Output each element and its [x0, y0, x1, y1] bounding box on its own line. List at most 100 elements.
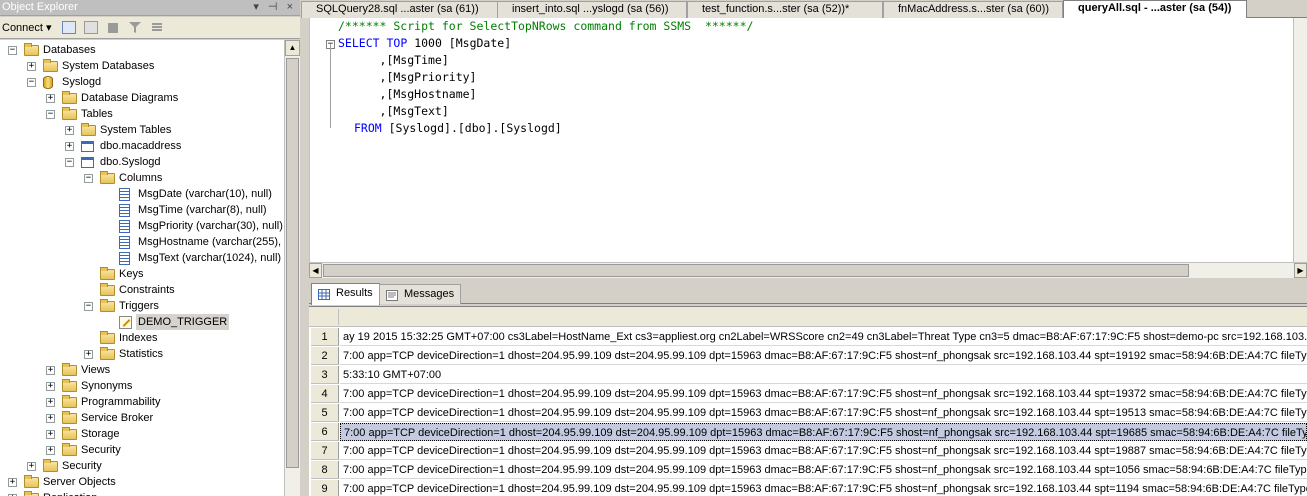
tree-node[interactable]: DEMO_TRIGGER — [0, 314, 284, 330]
table-row[interactable]: 1 ay 19 2015 15:32:25 GMT+07:00 cs3Label=… — [309, 328, 1307, 347]
table-row[interactable]: 8 7:00 app=TCP deviceDirection=1 dhost=20… — [309, 461, 1307, 480]
tree-node[interactable]: MsgDate (varchar(10), null) — [0, 186, 284, 202]
row-number[interactable]: 5 — [311, 404, 339, 422]
table-row[interactable]: 6 7:00 app=TCP deviceDirection=1 dhost=20… — [309, 423, 1307, 442]
expand-icon[interactable]: + — [27, 62, 36, 71]
tree-node[interactable]: Constraints — [0, 282, 284, 298]
table-row[interactable]: 7 7:00 app=TCP deviceDirection=1 dhost=20… — [309, 442, 1307, 461]
editor-horizontal-scrollbar[interactable]: ◀ ▶ — [309, 262, 1307, 278]
row-number[interactable]: 1 — [311, 328, 339, 346]
table-row[interactable]: 3 5:33:10 GMT+07:00 — [309, 366, 1307, 385]
tree-node[interactable]: + Storage — [0, 426, 284, 442]
tree-node[interactable]: +Replication — [0, 490, 284, 496]
connect-server-icon[interactable] — [62, 21, 76, 34]
filter-icon[interactable] — [128, 21, 142, 34]
table-cell[interactable]: 7:00 app=TCP deviceDirection=1 dhost=204… — [340, 442, 1307, 460]
tree-node[interactable]: + System Databases — [0, 58, 284, 74]
tab-fnmacaddress[interactable]: fnMacAddress.s...ster (sa (60)) — [883, 1, 1063, 18]
tree-node[interactable]: + Views — [0, 362, 284, 378]
tree-vertical-scrollbar[interactable]: ▲ — [284, 40, 300, 496]
row-number[interactable]: 6 — [311, 423, 339, 441]
expand-icon[interactable]: + — [46, 430, 55, 439]
scrollbar-thumb[interactable] — [323, 264, 1189, 277]
collapse-icon[interactable]: − — [27, 78, 36, 87]
panel-window-buttons[interactable]: ▾ ⊣ × — [253, 0, 296, 13]
scroll-up-arrow-icon[interactable]: ▲ — [285, 40, 300, 56]
tree-node[interactable]: − Tables — [0, 106, 284, 122]
tab-results[interactable]: Results — [311, 283, 380, 305]
expand-icon[interactable]: + — [46, 446, 55, 455]
expand-icon[interactable]: + — [46, 382, 55, 391]
tree-node[interactable]: + Security — [0, 458, 284, 474]
tree-node[interactable]: MsgHostname (varchar(255), null) — [0, 234, 284, 250]
row-number[interactable]: 2 — [311, 347, 339, 365]
tree-node[interactable]: + System Tables — [0, 122, 284, 138]
expand-icon[interactable]: + — [46, 398, 55, 407]
table-row[interactable]: 4 7:00 app=TCP deviceDirection=1 dhost=20… — [309, 385, 1307, 404]
disconnect-icon[interactable] — [84, 21, 98, 34]
tree-node[interactable]: + Statistics — [0, 346, 284, 362]
collapse-icon[interactable]: − — [65, 158, 74, 167]
tree-node[interactable]: + Security — [0, 442, 284, 458]
table-cell[interactable]: 7:00 app=TCP deviceDirection=1 dhost=204… — [340, 480, 1307, 496]
table-cell[interactable]: 7:00 app=TCP deviceDirection=1 dhost=204… — [340, 347, 1307, 365]
tree-node[interactable]: − Databases — [0, 42, 284, 58]
tree-node[interactable]: MsgPriority (varchar(30), null) — [0, 218, 284, 234]
scroll-right-arrow-icon[interactable]: ▶ — [1294, 263, 1307, 278]
scrollbar-thumb[interactable] — [286, 58, 299, 468]
tree-node[interactable]: Keys — [0, 266, 284, 282]
table-row[interactable]: 2 7:00 app=TCP deviceDirection=1 dhost=20… — [309, 347, 1307, 366]
tree-node[interactable]: + Programmability — [0, 394, 284, 410]
table-row[interactable]: 9 7:00 app=TCP deviceDirection=1 dhost=20… — [309, 480, 1307, 496]
table-cell[interactable]: 7:00 app=TCP deviceDirection=1 dhost=204… — [340, 385, 1307, 403]
tab-insert-into[interactable]: insert_into.sql ...yslogd (sa (56)) — [497, 1, 687, 18]
table-cell[interactable]: 7:00 app=TCP deviceDirection=1 dhost=204… — [340, 423, 1307, 441]
stop-icon[interactable] — [108, 23, 118, 33]
query-editor[interactable]: − /****** Script for SelectTopNRows comm… — [309, 18, 1307, 262]
row-number[interactable]: 8 — [311, 461, 339, 479]
tree-node[interactable]: + dbo.macaddress — [0, 138, 284, 154]
table-cell[interactable]: ay 19 2015 15:32:25 GMT+07:00 cs3Label=H… — [340, 328, 1307, 346]
connect-button[interactable]: Connect ▾ — [2, 21, 52, 34]
scroll-left-arrow-icon[interactable]: ◀ — [309, 263, 322, 278]
tree-node[interactable]: − Columns — [0, 170, 284, 186]
tab-queryall[interactable]: queryAll.sql - ...aster (sa (54)) — [1063, 0, 1247, 19]
table-row[interactable]: 5 7:00 app=TCP deviceDirection=1 dhost=20… — [309, 404, 1307, 423]
row-number[interactable]: 9 — [311, 480, 339, 496]
tree-node[interactable]: − Triggers — [0, 298, 284, 314]
expand-icon[interactable]: + — [46, 366, 55, 375]
tree-node[interactable]: − dbo.Syslogd — [0, 154, 284, 170]
tab-sqlquery28[interactable]: SQLQuery28.sql ...aster (sa (61)) — [301, 1, 498, 18]
expand-icon[interactable]: + — [84, 350, 93, 359]
expand-icon[interactable]: + — [65, 142, 74, 151]
expand-icon[interactable]: + — [65, 126, 74, 135]
expand-icon[interactable]: + — [46, 94, 55, 103]
collapse-icon[interactable]: − — [8, 46, 17, 55]
results-grid[interactable]: 1 ay 19 2015 15:32:25 GMT+07:00 cs3Label=… — [309, 306, 1307, 496]
tree-node[interactable]: + Database Diagrams — [0, 90, 284, 106]
collapse-icon[interactable]: − — [46, 110, 55, 119]
editor-vertical-scrollbar[interactable] — [1293, 18, 1307, 262]
table-cell[interactable]: 7:00 app=TCP deviceDirection=1 dhost=204… — [340, 404, 1307, 422]
tree-node[interactable]: + Service Broker — [0, 410, 284, 426]
row-number[interactable]: 7 — [311, 442, 339, 460]
expand-icon[interactable]: + — [46, 414, 55, 423]
tab-test-function[interactable]: test_function.s...ster (sa (52))* — [687, 1, 883, 18]
tree-node[interactable]: + Server Objects — [0, 474, 284, 490]
collapse-icon[interactable]: − — [84, 174, 93, 183]
tree-node[interactable]: + Synonyms — [0, 378, 284, 394]
table-cell[interactable]: 5:33:10 GMT+07:00 — [340, 366, 1307, 384]
tree-node[interactable]: − Syslogd — [0, 74, 284, 90]
refresh-icon[interactable] — [150, 21, 164, 34]
grid-corner-cell[interactable] — [311, 309, 339, 325]
tree-node[interactable]: MsgTime (varchar(8), null) — [0, 202, 284, 218]
tree-node[interactable]: MsgText (varchar(1024), null) — [0, 250, 284, 266]
expand-icon[interactable]: + — [27, 462, 36, 471]
tab-messages[interactable]: Messages — [379, 284, 462, 304]
tree-node[interactable]: Indexes — [0, 330, 284, 346]
collapse-icon[interactable]: − — [84, 302, 93, 311]
table-cell[interactable]: 7:00 app=TCP deviceDirection=1 dhost=204… — [340, 461, 1307, 479]
expand-icon[interactable]: + — [8, 478, 17, 487]
row-number[interactable]: 3 — [311, 366, 339, 384]
row-number[interactable]: 4 — [311, 385, 339, 403]
